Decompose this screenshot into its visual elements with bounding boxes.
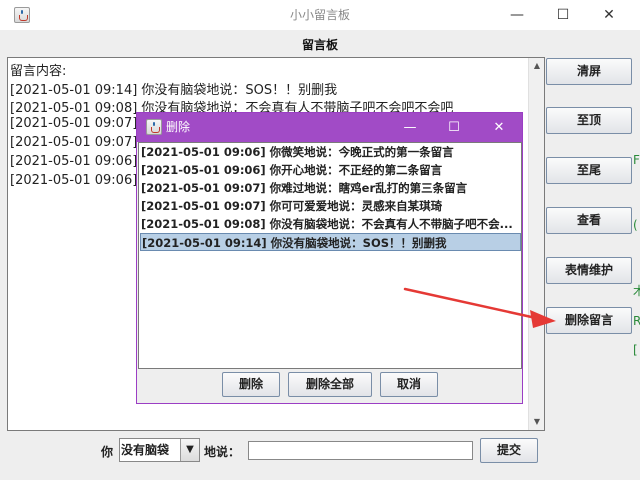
dialog-title: 删除	[166, 120, 191, 134]
maximize-icon[interactable]: ☐	[540, 0, 586, 30]
message-line: [2021-05-01 09:07]	[10, 116, 138, 131]
list-item[interactable]: [2021-05-01 09:08] 你没有脑袋地说：不会真有人不带脑子吧不会.…	[140, 215, 521, 233]
message-line: [2021-05-01 09:14] 你没有脑袋地说：SOS！！别删我	[10, 83, 338, 98]
background-edge-glyph: [	[633, 343, 638, 357]
list-item[interactable]: [2021-05-01 09:07] 你可可爱爱地说：灵感来自某琪琦	[140, 197, 521, 215]
scroll-bottom-button[interactable]: 至尾	[546, 157, 632, 184]
message-input[interactable]	[248, 441, 473, 460]
list-item[interactable]: [2021-05-01 09:06] 你微笑地说：今晚正式的第一条留言	[140, 143, 521, 161]
delete-button[interactable]: 删除	[222, 372, 280, 397]
emoji-maintain-button[interactable]: 表情维护	[546, 257, 632, 284]
message-scrollbar[interactable]: ▲ ▼	[528, 58, 544, 430]
dialog-maximize-icon[interactable]: ☐	[432, 113, 476, 142]
list-item[interactable]: [2021-05-01 09:07] 你难过地说：瞎鸡er乱打的第三条留言	[140, 179, 521, 197]
submit-button[interactable]: 提交	[480, 438, 538, 463]
delete-all-button[interactable]: 删除全部	[288, 372, 372, 397]
background-edge-glyph: 木	[633, 284, 640, 298]
delete-message-button[interactable]: 删除留言	[546, 307, 632, 334]
scroll-top-button[interactable]: 至顶	[546, 107, 632, 134]
message-line: [2021-05-01 09:07]	[10, 135, 138, 150]
message-line: [2021-05-01 09:06]	[10, 173, 138, 188]
background-edge-glyph: F	[633, 153, 640, 167]
scroll-up-arrow-icon[interactable]: ▲	[529, 58, 545, 74]
dialog-minimize-icon[interactable]: —	[388, 113, 432, 142]
close-icon[interactable]: ✕	[586, 0, 632, 30]
message-line: [2021-05-01 09:06]	[10, 154, 138, 169]
dialog-close-icon[interactable]: ✕	[477, 113, 521, 142]
dialog-java-icon	[146, 119, 162, 135]
minimize-icon[interactable]: —	[494, 0, 540, 30]
you-label: 你	[101, 445, 114, 459]
background-edge-glyph: R	[633, 314, 640, 328]
board-label: 留言板	[301, 38, 338, 52]
list-item[interactable]: [2021-05-01 09:06] 你开心地说：不正经的第二条留言	[140, 161, 521, 179]
cancel-button[interactable]: 取消	[380, 372, 438, 397]
clear-screen-button[interactable]: 清屏	[546, 58, 632, 85]
chevron-down-icon[interactable]: ▼	[180, 439, 199, 461]
view-button[interactable]: 查看	[546, 207, 632, 234]
list-item-selected[interactable]: [2021-05-01 09:14] 你没有脑袋地说：SOS！！别删我	[140, 233, 521, 251]
scroll-down-arrow-icon[interactable]: ▼	[529, 414, 545, 430]
message-header: 留言内容:	[10, 64, 67, 79]
background-edge-glyph: (	[633, 218, 638, 232]
say-label: 地说：	[204, 445, 241, 459]
mood-combobox-value: 没有脑袋	[121, 443, 170, 457]
